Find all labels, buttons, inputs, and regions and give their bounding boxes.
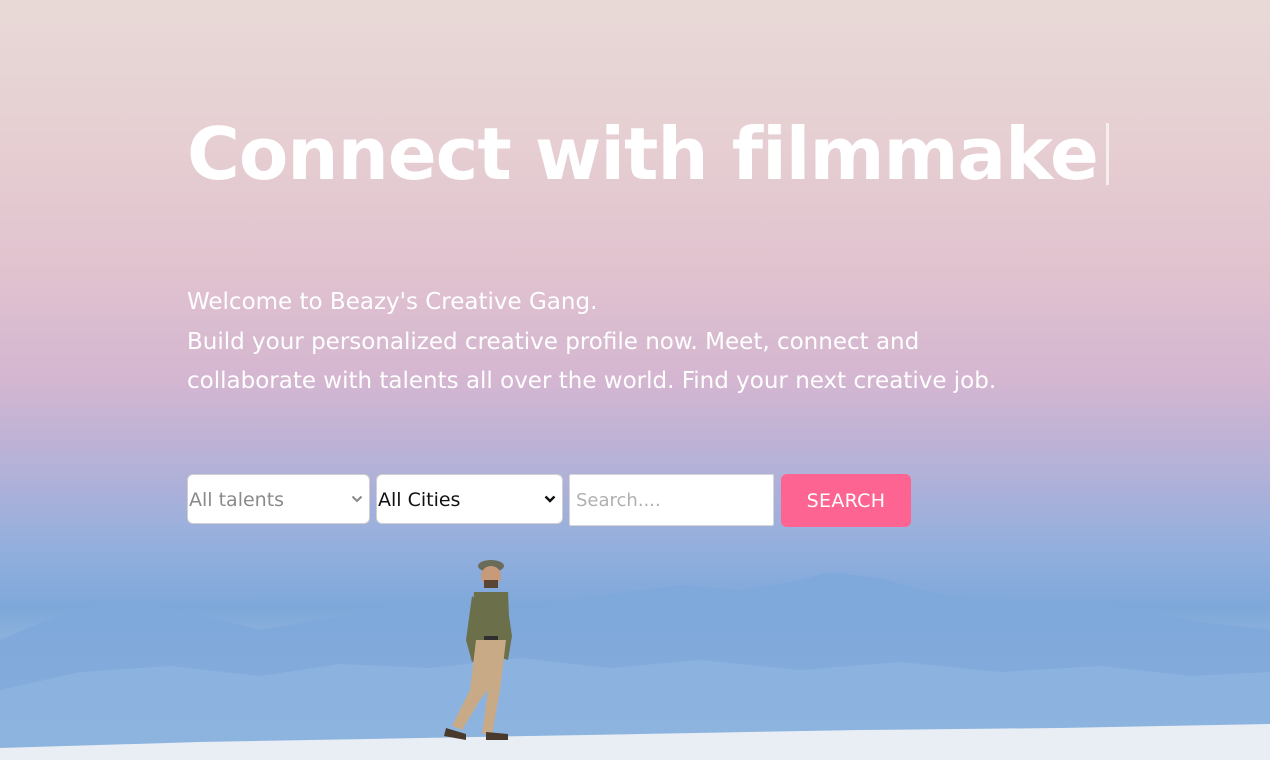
cities-select[interactable]: All Cities bbox=[376, 474, 563, 524]
intro-line-build-profile: Build your personalized creative profile… bbox=[187, 328, 920, 355]
hero-headline: Connect with filmmake bbox=[187, 112, 1109, 196]
talents-select[interactable]: All talents bbox=[187, 474, 370, 524]
cities-select-value: All Cities bbox=[378, 489, 461, 511]
hero-intro: Welcome to Beazy's Creative Gang. Build … bbox=[187, 283, 1027, 402]
search-input[interactable] bbox=[569, 474, 774, 526]
search-button[interactable]: SEARCH bbox=[781, 474, 911, 527]
chevron-down-icon bbox=[544, 495, 556, 503]
intro-line-collaborate: collaborate with talents all over the wo… bbox=[187, 368, 997, 394]
headline-text: Connect with filmmake bbox=[187, 112, 1099, 196]
chevron-down-icon bbox=[351, 495, 363, 503]
talents-select-value: All talents bbox=[189, 489, 285, 511]
typing-cursor bbox=[1105, 123, 1109, 185]
intro-line-welcome: Welcome to Beazy's Creative Gang. bbox=[187, 289, 598, 315]
